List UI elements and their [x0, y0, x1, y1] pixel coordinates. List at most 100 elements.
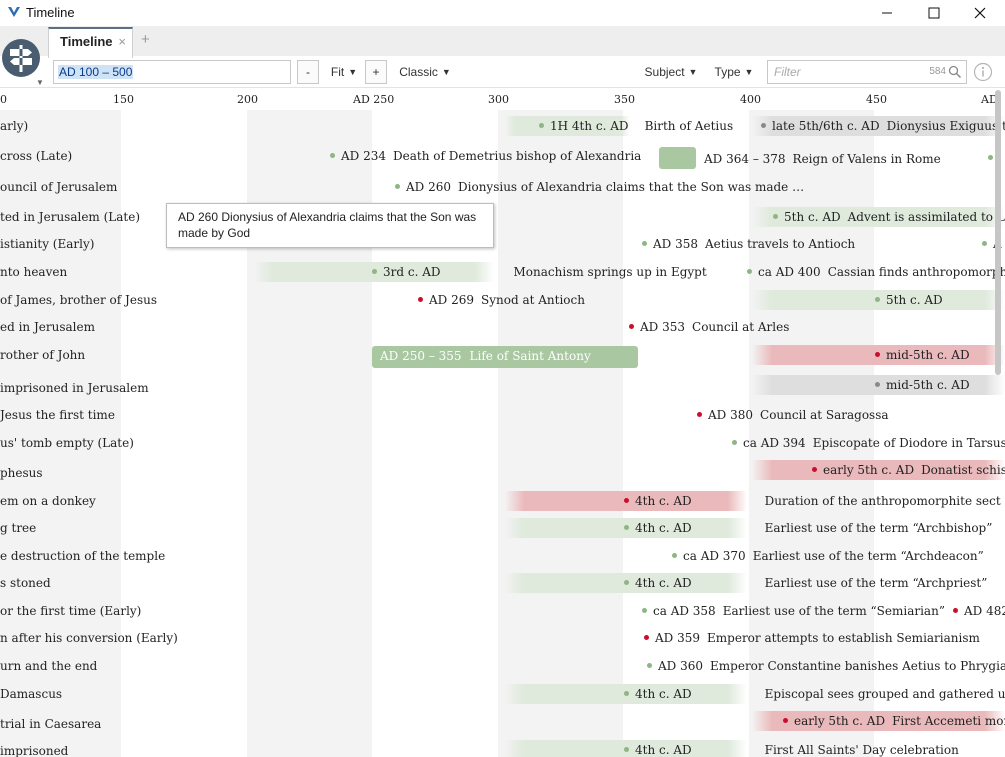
timeline-event[interactable]: mid-5th c. AD — [875, 376, 970, 394]
row-label[interactable]: arly) — [0, 119, 28, 133]
axis-tick: 200 — [237, 93, 258, 106]
timeline-event[interactable]: ca AD 358 Earliest use of the term “Semia… — [642, 602, 945, 620]
row-label[interactable]: rother of John — [0, 348, 85, 362]
event-date: ca AD 400 — [758, 265, 821, 279]
row-label[interactable]: urn and the end — [0, 659, 97, 673]
result-count: 584 — [929, 66, 946, 77]
timeline-event[interactable]: AD 482 — [953, 602, 1005, 620]
timeline-event[interactable]: 4th c. AD Earliest use of the term “Archp… — [624, 574, 987, 592]
close-icon — [974, 7, 986, 19]
type-dropdown[interactable]: Type ▼ — [711, 60, 757, 84]
event-dot — [642, 608, 647, 613]
subject-dropdown[interactable]: Subject ▼ — [640, 60, 702, 84]
info-icon[interactable] — [973, 62, 993, 82]
timeline-event[interactable]: ca AD 370 Earliest use of the term “Archd… — [672, 547, 984, 565]
event-title: Council at Saragossa — [760, 408, 889, 422]
event-date: 4th c. AD — [635, 687, 692, 701]
zoom-in-button[interactable]: + — [365, 60, 387, 84]
maximize-button[interactable] — [911, 0, 957, 26]
timeline-event[interactable]: early 5th c. AD Donatist schism — [812, 461, 1005, 479]
row-label[interactable]: ted in Jerusalem (Late) — [0, 210, 140, 224]
app-menu-logo[interactable] — [2, 39, 40, 77]
timeline-event[interactable]: AD 353 Council at Arles — [629, 318, 789, 336]
row-label[interactable]: trial in Caesarea — [0, 717, 101, 731]
timeline-event[interactable]: ca AD 400 Cassian finds anthropomorphism — [747, 263, 1005, 281]
event-date: ca AD 394 — [743, 436, 806, 450]
fit-dropdown[interactable]: Fit ▼ — [324, 60, 364, 84]
row-label[interactable]: Damascus — [0, 687, 62, 701]
row-label[interactable]: e destruction of the temple — [0, 549, 165, 563]
chevron-down-icon: ▼ — [688, 67, 698, 77]
event-dot[interactable] — [988, 155, 993, 160]
search-icon[interactable] — [948, 65, 962, 79]
event-date: 5th c. AD — [784, 210, 841, 224]
timeline-event[interactable]: late 5th/6th c. AD Dionysius Exiguus tran… — [761, 117, 1005, 135]
row-label[interactable]: cross (Late) — [0, 149, 72, 163]
timeline-event[interactable]: 4th c. AD Duration of the anthropomorphit… — [624, 492, 1001, 510]
event-title: Dionysius of Alexandria claims that the … — [458, 180, 805, 194]
timeline-event[interactable]: AD 234 Death of Demetrius bishop of Alexa… — [330, 147, 641, 165]
event-dot — [624, 498, 629, 503]
row-label[interactable]: istianity (Early) — [0, 237, 94, 251]
timeline-event[interactable]: AD 250 – 355 Life of Saint Antony — [380, 349, 591, 363]
row-label[interactable]: g tree — [0, 521, 36, 535]
event-title: Emperor Constantine banishes Aetius to P… — [710, 659, 1005, 673]
row-label[interactable]: Jesus the first time — [0, 408, 115, 422]
app-menu-caret-icon[interactable]: ▼ — [36, 78, 44, 87]
row-label[interactable]: ouncil of Jerusalem — [0, 180, 117, 194]
timeline-event[interactable]: mid-5th c. AD — [875, 346, 970, 364]
event-title: Episcopal sees grouped and gathered unde… — [764, 687, 1005, 701]
row-label[interactable]: imprisoned in Jerusalem — [0, 381, 149, 395]
event-title: Earliest use of the term “Semiarian” — [722, 604, 945, 618]
tab-timeline[interactable]: Timeline × — [48, 27, 133, 58]
timeline-event[interactable]: 4th c. AD Earliest use of the term “Archb… — [624, 519, 992, 537]
row-label[interactable]: or the first time (Early) — [0, 604, 141, 618]
zoom-out-button[interactable]: - — [297, 60, 319, 84]
timeline-event[interactable]: early 5th c. AD First Accemeti monks — [783, 712, 1005, 730]
event-date: 4th c. AD — [635, 521, 692, 535]
event-date: AD 260 — [406, 180, 452, 194]
timeline-event[interactable]: AD 364 – 378 Reign of Valens in Rome — [704, 150, 941, 168]
timeline-event[interactable]: 1H 4th c. AD Birth of Aetius — [539, 117, 733, 135]
timeline-event[interactable]: 4th c. AD First All Saints' Day celebrati… — [624, 741, 959, 757]
timeline-event[interactable]: 4th c. AD Episcopal sees grouped and gath… — [624, 685, 1005, 703]
timeline-event[interactable]: AD 359 Emperor attempts to establish Semi… — [644, 629, 980, 647]
tab-close-icon[interactable]: × — [118, 34, 126, 49]
event-title: First Accemeti monks — [892, 714, 1005, 728]
timeline-event[interactable]: AD 358 Aetius travels to Antioch — [642, 235, 855, 253]
date-range-bar[interactable] — [659, 147, 696, 169]
tab-strip — [0, 26, 1005, 56]
minimize-button[interactable] — [864, 0, 910, 26]
timeline-event[interactable]: AD 380 Council at Saragossa — [697, 406, 889, 424]
event-title: Episcopate of Diodore in Tarsus — [812, 436, 1005, 450]
row-label[interactable]: ed in Jerusalem — [0, 320, 95, 334]
event-title: Earliest use of the term “Archdeacon” — [752, 549, 984, 563]
event-date: AD 234 — [341, 149, 387, 163]
event-date: mid-5th c. AD — [886, 378, 970, 392]
style-dropdown[interactable]: Classic ▼ — [396, 60, 454, 84]
timeline-event[interactable]: AD 269 Synod at Antioch — [418, 291, 585, 309]
timeline-event[interactable]: AD 360 Emperor Constantine banishes Aetiu… — [647, 657, 1005, 675]
close-window-button[interactable] — [957, 0, 1003, 26]
row-label[interactable]: imprisoned — [0, 744, 68, 757]
row-label[interactable]: us' tomb empty (Late) — [0, 436, 134, 450]
event-date: 5th c. AD — [886, 293, 943, 307]
filter-placeholder: Filter — [774, 65, 801, 79]
row-label[interactable]: of James, brother of Jesus — [0, 293, 157, 307]
timeline-event[interactable]: AD 260 Dionysius of Alexandria claims tha… — [395, 178, 804, 196]
timeline-event[interactable]: 5th c. AD Advent is assimilated to Lent — [773, 208, 1005, 226]
filter-input[interactable]: Filter 584 — [767, 60, 967, 84]
timeline-event[interactable]: 5th c. AD — [875, 291, 943, 309]
timeline-canvas[interactable]: arly) cross (Late) ouncil of Jerusalem t… — [0, 110, 1005, 757]
row-label[interactable]: s stoned — [0, 576, 51, 590]
row-label[interactable]: n after his conversion (Early) — [0, 631, 178, 645]
timeline-event[interactable]: 3rd c. AD Monachism springs up in Egypt — [372, 263, 707, 281]
event-date: early 5th c. AD — [794, 714, 886, 728]
row-label[interactable]: em on a donkey — [0, 494, 96, 508]
timeline-event[interactable]: ca AD 394 Episcopate of Diodore in Tarsus — [732, 434, 1005, 452]
date-range-input[interactable]: AD 100 – 500 — [53, 60, 291, 84]
row-label[interactable]: phesus — [0, 466, 43, 480]
new-tab-button[interactable]: + — [141, 31, 150, 48]
vertical-scrollbar[interactable] — [995, 90, 1001, 375]
row-label[interactable]: nto heaven — [0, 265, 67, 279]
